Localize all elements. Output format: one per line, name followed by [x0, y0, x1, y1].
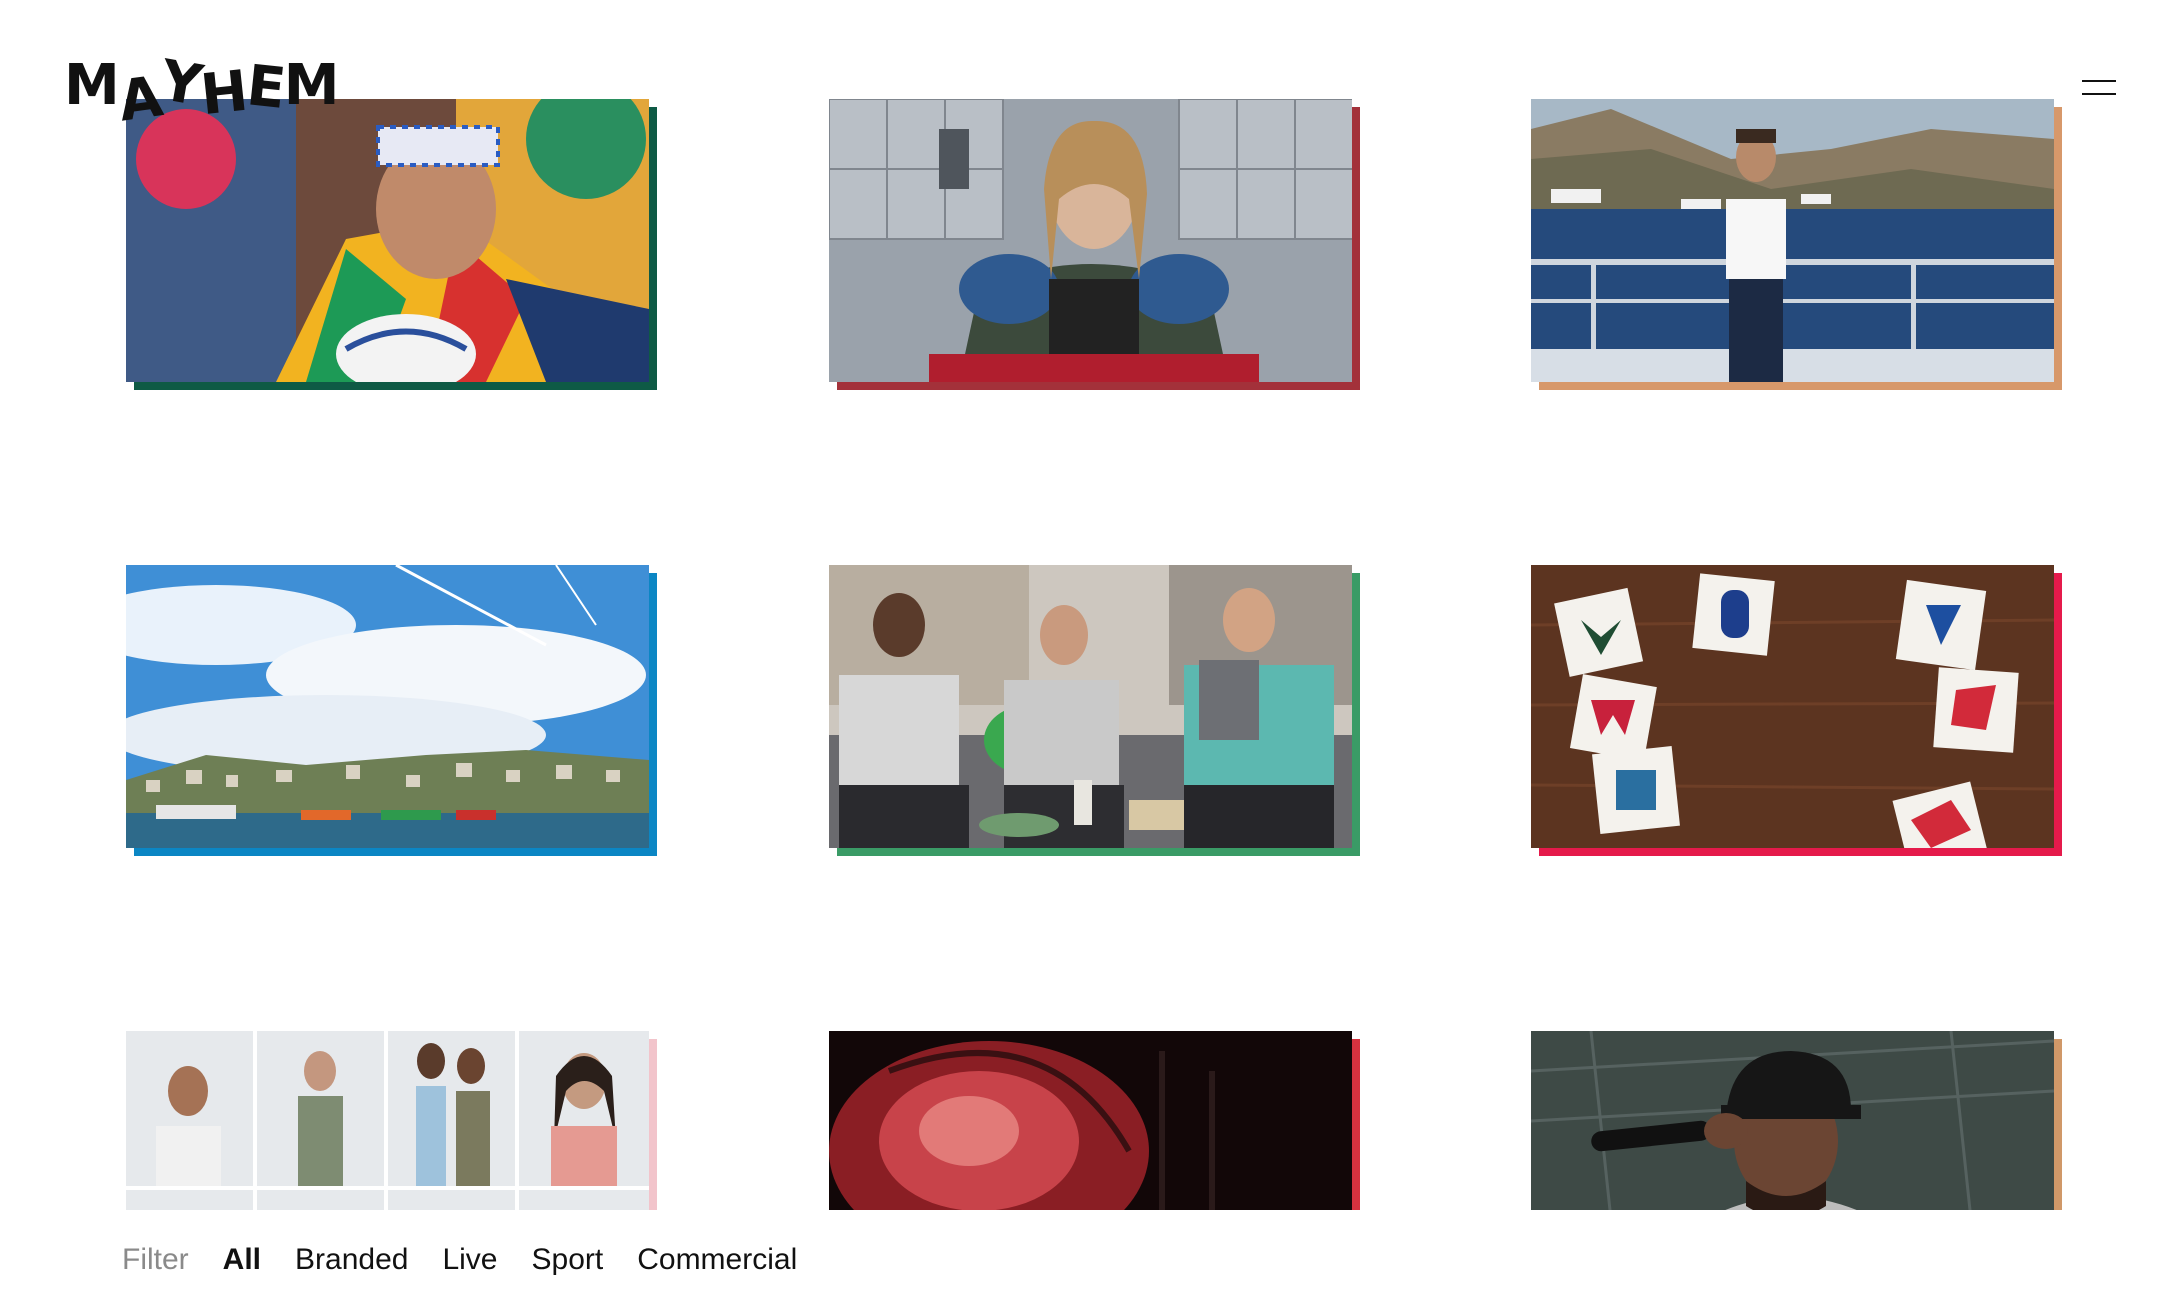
tile-image — [126, 565, 649, 848]
tile-portraits-grid[interactable] — [126, 1031, 657, 1210]
filter-option-commercial[interactable]: Commercial — [637, 1243, 797, 1277]
logo-letter: M — [64, 53, 120, 118]
filter-bar: Filter All Branded Live Sport Commercial — [122, 1240, 797, 1280]
hamburger-menu-icon[interactable] — [2082, 76, 2116, 98]
filter-label: Filter — [122, 1243, 189, 1276]
tile-gamers-sofa[interactable] — [829, 565, 1360, 856]
tile-team-logos[interactable] — [1531, 565, 2062, 856]
project-grid — [0, 0, 2170, 1210]
filter-option-sport[interactable]: Sport — [532, 1243, 604, 1277]
tile-image — [126, 99, 649, 382]
logo-letter: E — [243, 53, 288, 122]
logo-letter: H — [197, 58, 250, 129]
tile-image — [829, 99, 1352, 382]
tile-image — [1531, 565, 2054, 848]
tile-image — [1531, 99, 2054, 382]
tile-concert-stage[interactable] — [829, 1031, 1360, 1210]
tile-yacht-man[interactable] — [1531, 99, 2062, 390]
tile-image — [829, 1031, 1352, 1210]
brand-logo[interactable]: MAYHEM — [64, 48, 340, 135]
logo-letter: Y — [155, 48, 207, 119]
tile-harbour-town[interactable] — [126, 565, 657, 856]
tile-rugby-veteran[interactable] — [126, 99, 657, 390]
tile-rapper-mic[interactable] — [1531, 1031, 2062, 1210]
tile-image — [1531, 1031, 2054, 1210]
filter-option-all[interactable]: All — [223, 1243, 261, 1277]
tile-image — [126, 1031, 649, 1210]
menu-line — [2082, 80, 2116, 82]
tile-armored-woman[interactable] — [829, 99, 1360, 390]
filter-option-branded[interactable]: Branded — [295, 1243, 408, 1277]
filter-option-live[interactable]: Live — [442, 1243, 497, 1277]
logo-letter: M — [283, 53, 340, 118]
menu-line — [2082, 93, 2116, 95]
tile-image — [829, 565, 1352, 848]
